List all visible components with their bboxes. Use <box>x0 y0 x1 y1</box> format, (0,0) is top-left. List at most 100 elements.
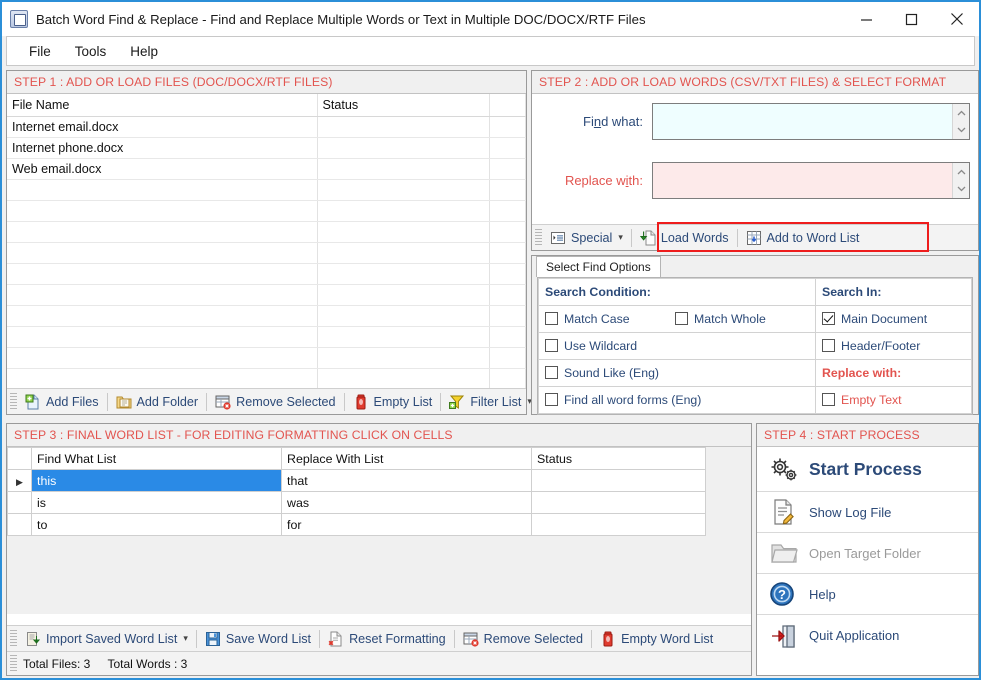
cell-status[interactable] <box>531 491 706 514</box>
table-row-empty[interactable] <box>7 200 526 222</box>
replace-with-spinbox[interactable] <box>652 162 970 199</box>
find-what-input[interactable] <box>653 104 952 139</box>
row-header-corner[interactable] <box>7 447 32 470</box>
special-button[interactable]: Special ▾ <box>544 226 629 250</box>
checkbox-icon[interactable] <box>545 393 558 406</box>
table-row[interactable]: Web email.docx <box>7 158 526 180</box>
add-to-word-list-button[interactable]: Add to Word List <box>740 226 866 250</box>
checkbox-header-footer[interactable]: Header/Footer <box>822 339 920 353</box>
close-button[interactable] <box>934 2 979 36</box>
table-row-empty[interactable] <box>7 179 526 201</box>
checkbox-icon[interactable] <box>822 312 835 325</box>
empty-word-list-button[interactable]: Empty Word List <box>594 627 719 651</box>
window-controls <box>844 2 979 36</box>
remove-selected-words-button[interactable]: Remove Selected <box>457 627 589 651</box>
menu-item-tools[interactable]: Tools <box>63 40 119 63</box>
save-word-list-button[interactable]: Save Word List <box>199 627 317 651</box>
checkbox-main-document[interactable]: Main Document <box>822 312 927 326</box>
checkbox-find-all-word-forms[interactable]: Find all word forms (Eng) <box>545 393 701 407</box>
checkbox-sound-like[interactable]: Sound Like (Eng) <box>545 366 659 380</box>
col-file-name[interactable]: File Name <box>7 94 318 117</box>
checkbox-icon[interactable] <box>545 366 558 379</box>
reset-formatting-label: Reset Formatting <box>349 631 446 646</box>
toolbar-grip-icon[interactable] <box>10 392 17 411</box>
start-process-button[interactable]: Start Process <box>757 447 978 492</box>
checkbox-icon[interactable] <box>822 393 835 406</box>
file-list-grid[interactable]: File Name Status Internet email.docx Int… <box>7 94 526 390</box>
cell-status[interactable] <box>531 469 706 492</box>
chevron-down-icon[interactable]: ▾ <box>618 232 623 243</box>
checkbox-use-wildcard[interactable]: Use Wildcard <box>545 339 637 353</box>
add-files-button[interactable]: Add Files <box>19 390 105 414</box>
spin-up-icon[interactable] <box>953 104 969 122</box>
col-replace-with-list[interactable]: Replace With List <box>281 447 532 470</box>
help-label: Help <box>809 586 836 602</box>
cell-blank <box>489 137 526 159</box>
find-what-spinbox[interactable] <box>652 103 970 140</box>
table-row-empty[interactable] <box>7 305 526 327</box>
show-log-file-button[interactable]: Show Log File <box>757 492 978 533</box>
table-row[interactable]: is was <box>7 491 751 514</box>
spin-up-icon[interactable] <box>953 163 969 181</box>
spin-down-icon[interactable] <box>953 122 969 140</box>
menu-item-help[interactable]: Help <box>118 40 170 63</box>
checkbox-icon[interactable] <box>675 312 689 325</box>
help-button[interactable]: ? Help <box>757 574 978 615</box>
step3-header: STEP 3 : FINAL WORD LIST - FOR EDITING F… <box>7 424 751 447</box>
cell-file-name: Internet email.docx <box>7 116 318 138</box>
table-row-empty[interactable] <box>7 263 526 285</box>
open-target-folder-button[interactable]: Open Target Folder <box>757 533 978 574</box>
table-row[interactable]: Internet email.docx <box>7 116 526 138</box>
table-row[interactable]: Internet phone.docx <box>7 137 526 159</box>
toolbar-grip-icon[interactable] <box>10 629 17 648</box>
checkbox-match-case[interactable]: Match Case <box>545 312 630 326</box>
replace-with-label: Replace with: <box>564 173 643 188</box>
quit-application-button[interactable]: Quit Application <box>757 615 978 656</box>
tab-select-find-options[interactable]: Select Find Options <box>536 256 661 277</box>
cell-find[interactable]: this <box>31 469 282 492</box>
toolbar-grip-icon[interactable] <box>535 228 542 247</box>
table-row[interactable]: to for <box>7 513 751 536</box>
cell-replace[interactable]: for <box>281 513 532 536</box>
table-row-empty[interactable] <box>7 284 526 306</box>
reset-formatting-button[interactable]: Reset Formatting <box>322 627 452 651</box>
replace-with-input[interactable] <box>653 163 952 198</box>
table-row[interactable]: ▶ this that <box>7 469 751 492</box>
import-saved-word-list-button[interactable]: Import Saved Word List ▾ <box>19 627 194 651</box>
table-row-empty[interactable] <box>7 347 526 369</box>
cell-replace[interactable]: that <box>281 469 532 492</box>
chevron-down-icon[interactable]: ▾ <box>183 633 188 644</box>
table-row-empty[interactable] <box>7 242 526 264</box>
add-folder-button[interactable]: Add Folder <box>110 390 205 414</box>
checkbox-icon[interactable] <box>545 312 558 325</box>
col-find-what-list[interactable]: Find What List <box>31 447 282 470</box>
col-status[interactable]: Status <box>531 447 706 470</box>
col-blank[interactable] <box>489 94 526 117</box>
minimize-button[interactable] <box>844 2 889 36</box>
menu-item-file[interactable]: File <box>17 40 63 63</box>
spin-down-icon[interactable] <box>953 181 969 199</box>
table-row-empty[interactable] <box>7 368 526 390</box>
row-indicator[interactable] <box>7 513 32 536</box>
table-row-empty[interactable] <box>7 326 526 348</box>
cell-status[interactable] <box>531 513 706 536</box>
status-bar: Total Files: 3 Total Words : 3 <box>7 651 751 675</box>
cell-find[interactable]: is <box>31 491 282 514</box>
checkbox-empty-text[interactable]: Empty Text <box>822 393 902 407</box>
cell-find[interactable]: to <box>31 513 282 536</box>
col-status[interactable]: Status <box>317 94 490 117</box>
load-words-button[interactable]: Load Words <box>634 226 735 250</box>
row-indicator[interactable]: ▶ <box>7 469 32 492</box>
remove-selected-button[interactable]: Remove Selected <box>209 390 341 414</box>
maximize-button[interactable] <box>889 2 934 36</box>
checkbox-match-whole[interactable]: Match Whole <box>675 312 766 326</box>
table-row-empty[interactable] <box>7 221 526 243</box>
checkbox-icon[interactable] <box>822 339 835 352</box>
row-indicator[interactable] <box>7 491 32 514</box>
word-list-grid[interactable]: Find What List Replace With List Status … <box>7 447 751 614</box>
toolbar-separator <box>195 629 197 648</box>
checkbox-icon[interactable] <box>545 339 558 352</box>
cell-replace[interactable]: was <box>281 491 532 514</box>
filter-list-button[interactable]: Filter List ▾ <box>443 390 538 414</box>
empty-list-button[interactable]: Empty List <box>347 390 439 414</box>
